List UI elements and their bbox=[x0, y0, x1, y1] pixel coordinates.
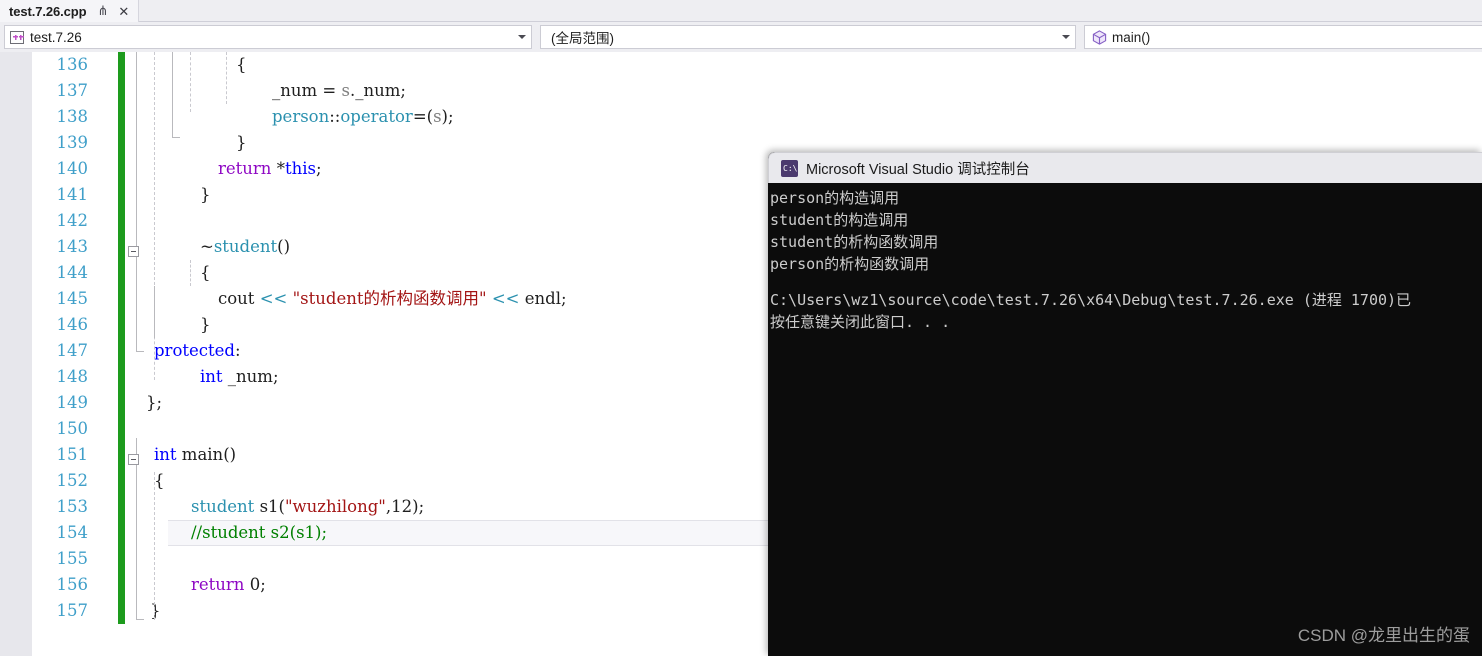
change-bar bbox=[118, 52, 125, 78]
chevron-down-icon[interactable] bbox=[1062, 35, 1070, 39]
scope-dropdown[interactable]: (全局范围) bbox=[540, 25, 1076, 49]
code-text[interactable]: _num = s._num; bbox=[272, 78, 406, 104]
line-number: 156 bbox=[56, 575, 89, 594]
change-bar bbox=[118, 208, 125, 234]
editor-tab-strip: test.7.26.cpp ⋔ ✕ bbox=[0, 0, 1482, 22]
code-text[interactable]: protected: bbox=[154, 338, 241, 364]
cube-icon bbox=[1092, 29, 1107, 45]
change-bar bbox=[118, 286, 125, 312]
change-bar bbox=[118, 390, 125, 416]
code-line[interactable]: 138 person::operator=(s); bbox=[32, 104, 1482, 130]
line-number: 157 bbox=[56, 601, 89, 620]
editor-left-margin bbox=[0, 52, 32, 656]
change-bar bbox=[118, 130, 125, 156]
line-number: 140 bbox=[56, 159, 89, 178]
change-bar bbox=[118, 546, 125, 572]
code-text[interactable]: person::operator=(s); bbox=[272, 104, 454, 130]
pin-icon[interactable]: ⋔ bbox=[97, 4, 108, 17]
close-icon[interactable]: ✕ bbox=[118, 5, 129, 18]
code-text[interactable]: { bbox=[154, 468, 165, 494]
console-line: student的构造调用 bbox=[770, 211, 909, 229]
code-text[interactable]: } bbox=[150, 598, 161, 624]
change-bar bbox=[118, 494, 125, 520]
console-line: 按任意键关闭此窗口. . . bbox=[770, 313, 951, 331]
debug-console-window[interactable]: C:\ Microsoft Visual Studio 调试控制台 person… bbox=[768, 152, 1482, 656]
navigation-bar: test.7.26 (全局范围) main() bbox=[0, 22, 1482, 52]
console-title-text: Microsoft Visual Studio 调试控制台 bbox=[806, 161, 1030, 178]
code-text[interactable]: } bbox=[200, 312, 211, 338]
command-prompt-icon: C:\ bbox=[781, 159, 798, 177]
console-line: C:\Users\wz1\source\code\test.7.26\x64\D… bbox=[770, 291, 1412, 309]
change-bar bbox=[118, 338, 125, 364]
code-text[interactable]: cout << "student的析构函数调用" << endl; bbox=[218, 286, 567, 312]
line-number: 139 bbox=[56, 133, 89, 152]
change-bar bbox=[118, 468, 125, 494]
scope-dropdown-label: (全局范围) bbox=[551, 31, 614, 46]
code-text[interactable]: { bbox=[200, 260, 211, 286]
code-text[interactable]: return *this; bbox=[218, 156, 322, 182]
chevron-down-icon[interactable] bbox=[518, 35, 526, 39]
member-dropdown-label: main() bbox=[1112, 29, 1151, 45]
line-number: 152 bbox=[56, 471, 89, 490]
change-bar bbox=[118, 234, 125, 260]
change-bar bbox=[118, 364, 125, 390]
line-number: 149 bbox=[56, 393, 89, 412]
line-number: 138 bbox=[56, 107, 89, 126]
line-number: 151 bbox=[56, 445, 89, 464]
code-text[interactable]: { bbox=[236, 52, 247, 78]
project-dropdown[interactable]: test.7.26 bbox=[4, 25, 532, 49]
code-text[interactable]: } bbox=[236, 130, 247, 156]
line-number: 154 bbox=[56, 523, 89, 542]
change-bar bbox=[118, 104, 125, 130]
change-bar bbox=[118, 442, 125, 468]
line-number: 155 bbox=[56, 549, 89, 568]
code-text[interactable]: ~student() bbox=[200, 234, 290, 260]
change-bar bbox=[118, 260, 125, 286]
code-line[interactable]: 137 _num = s._num; bbox=[32, 78, 1482, 104]
change-bar bbox=[118, 598, 125, 624]
console-line: person的析构函数调用 bbox=[770, 255, 930, 273]
change-bar bbox=[118, 78, 125, 104]
code-text[interactable]: }; bbox=[146, 390, 162, 416]
code-text[interactable]: return 0; bbox=[191, 572, 266, 598]
line-number: 145 bbox=[56, 289, 89, 308]
line-number: 137 bbox=[56, 81, 89, 100]
code-text[interactable]: } bbox=[200, 182, 211, 208]
line-number: 142 bbox=[56, 211, 89, 230]
line-number: 153 bbox=[56, 497, 89, 516]
console-title-bar[interactable]: C:\ Microsoft Visual Studio 调试控制台 bbox=[768, 152, 1482, 183]
change-bar bbox=[118, 182, 125, 208]
code-line[interactable]: 136 { bbox=[32, 52, 1482, 78]
console-line: person的构造调用 bbox=[770, 189, 900, 207]
watermark: CSDN @龙里出生的蛋 bbox=[1297, 626, 1470, 645]
code-text[interactable]: //student s2(s1); bbox=[191, 520, 327, 546]
line-number: 141 bbox=[56, 185, 89, 204]
code-text[interactable]: student s1("wuzhilong",12); bbox=[191, 494, 424, 520]
change-bar bbox=[118, 520, 125, 546]
visual-studio-window: test.7.26.cpp ⋔ ✕ test.7.26 (全局范围) main(… bbox=[0, 0, 1482, 656]
change-bar bbox=[118, 416, 125, 442]
line-number: 143 bbox=[56, 237, 89, 256]
change-bar bbox=[118, 312, 125, 338]
line-number: 146 bbox=[56, 315, 89, 334]
line-number: 136 bbox=[56, 55, 89, 74]
line-number: 147 bbox=[56, 341, 89, 360]
project-dropdown-label: test.7.26 bbox=[30, 29, 82, 45]
console-line: student的析构函数调用 bbox=[770, 233, 939, 251]
cpp-file-icon bbox=[10, 30, 24, 44]
line-number: 144 bbox=[56, 263, 89, 282]
change-bar bbox=[118, 156, 125, 182]
editor-tab-label: test.7.26.cpp bbox=[9, 3, 87, 19]
editor-tab-test-cpp[interactable]: test.7.26.cpp ⋔ ✕ bbox=[0, 0, 139, 22]
line-number: 150 bbox=[56, 419, 89, 438]
change-bar bbox=[118, 572, 125, 598]
code-text[interactable]: int main() bbox=[154, 442, 236, 468]
console-output[interactable]: person的构造调用 student的构造调用 student的析构函数调用 per… bbox=[768, 183, 1482, 656]
member-dropdown[interactable]: main() bbox=[1084, 25, 1482, 49]
code-text[interactable]: int _num; bbox=[200, 364, 279, 390]
line-number: 148 bbox=[56, 367, 89, 386]
